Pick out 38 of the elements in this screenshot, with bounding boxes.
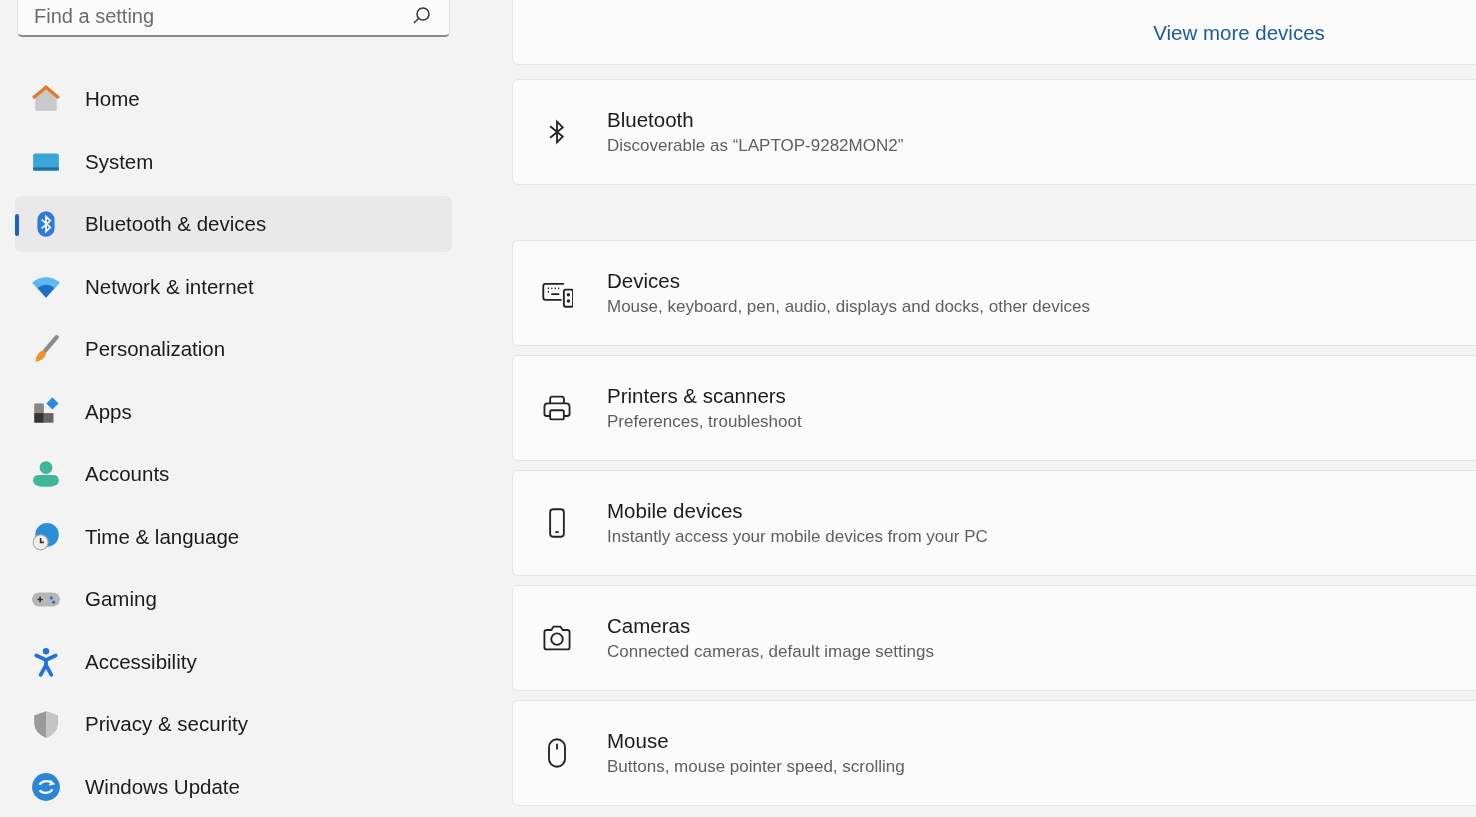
home-icon (31, 84, 61, 114)
settings-card[interactable]: Devices Mouse, keyboard, pen, audio, displays and docks, other devices (512, 240, 1476, 346)
nav-item[interactable]: Windows Update (15, 758, 452, 815)
search-icon (412, 6, 432, 26)
nav-item[interactable]: System (15, 133, 452, 190)
globe-clock-icon (31, 521, 61, 552)
card-subtitle: Instantly access your mobile devices from your PC (607, 527, 988, 547)
nav-item[interactable]: Accessibility (15, 633, 452, 690)
card-subtitle: Buttons, mouse pointer speed, scrolling (607, 757, 905, 777)
nav-item[interactable]: Time & language (15, 508, 452, 565)
nav-item[interactable]: Home (15, 71, 452, 127)
settings-card[interactable]: Mouse Buttons, mouse pointer speed, scrolling (512, 700, 1476, 806)
card-subtitle: Preferences, troubleshoot (607, 412, 802, 432)
nav-item[interactable]: Network & internet (15, 258, 452, 315)
nav-item[interactable]: Privacy & security (15, 696, 452, 752)
card-subtitle: Connected cameras, default image settings (607, 642, 934, 662)
sync-icon (31, 771, 61, 802)
card-title: Mouse (607, 729, 670, 753)
nav-item[interactable]: Bluetooth & devices (15, 196, 452, 252)
card-title: Bluetooth (607, 108, 695, 132)
nav-item[interactable]: Gaming (15, 571, 452, 627)
settings-card[interactable]: Mobile devices Instantly access your mobile devices from your PC (512, 470, 1476, 576)
nav-item[interactable]: Apps (15, 383, 452, 440)
bluetooth-card[interactable]: Bluetooth Discoverable as “LAPTOP-9282MON2” (512, 79, 1476, 185)
nav-item[interactable]: Personalization (15, 321, 452, 377)
settings-card[interactable]: Cameras Connected cameras, default image settings (512, 585, 1476, 691)
card-subtitle: Discoverable as “LAPTOP-9282MON2” (607, 136, 904, 156)
person-icon (31, 459, 61, 489)
card-title: Devices (607, 269, 681, 293)
card-subtitle: Mouse, keyboard, pen, audio, displays and docks, other devices (607, 297, 1090, 317)
nav-item[interactable]: Accounts (15, 446, 452, 502)
card-title: Printers & scanners (607, 384, 787, 408)
shield-icon (31, 709, 61, 739)
search-field[interactable]: Find a setting (17, 0, 450, 37)
card-title: Mobile devices (607, 499, 744, 523)
view-more-link[interactable]: View more devices (1153, 20, 1325, 45)
settings-card[interactable]: Printers & scanners Preferences, troubleshoot (512, 355, 1476, 461)
card-title: Cameras (607, 614, 692, 638)
